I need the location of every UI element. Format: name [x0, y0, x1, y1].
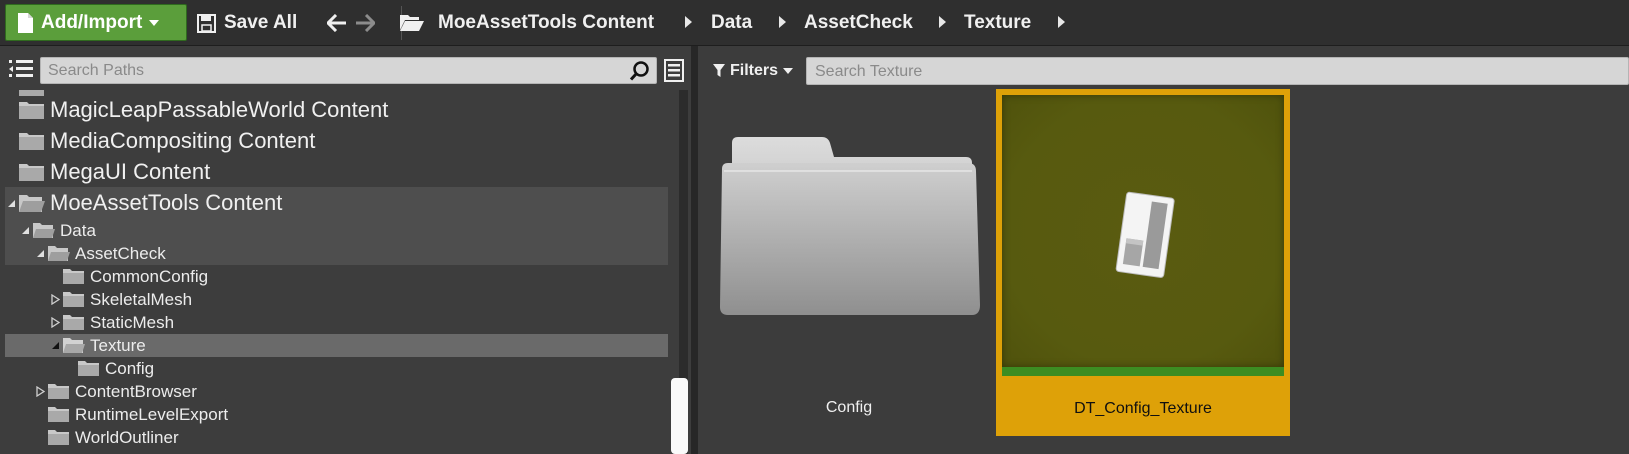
sources-panel: Search Paths MagicLeapPassableWorld Cont…	[0, 46, 697, 454]
arrow-right-icon	[356, 14, 375, 32]
search-texture-placeholder: Search Texture	[815, 63, 923, 80]
tree-item-skeletalmesh[interactable]: SkeletalMesh	[5, 288, 668, 311]
expanded-arrow-icon[interactable]	[5, 197, 18, 210]
collapsed-arrow-icon[interactable]	[49, 293, 62, 306]
search-texture-input[interactable]: Search Texture	[806, 57, 1629, 85]
tree-scrollbar-thumb[interactable]	[671, 378, 688, 454]
folder-icon	[78, 361, 99, 376]
tree-item-label: RuntimeLevelExport	[75, 404, 229, 424]
breadcrumb-separator-icon[interactable]	[779, 16, 786, 28]
new-document-icon	[18, 12, 33, 33]
tree-item-label: WorldOutliner	[75, 427, 179, 447]
asset-tile-config-folder[interactable]: Config	[715, 90, 983, 436]
folder-large-icon	[720, 137, 980, 315]
arrow-left-icon	[327, 14, 346, 32]
filters-label: Filters	[730, 62, 779, 79]
folder-open-icon	[48, 246, 70, 261]
tree-item-label: Texture	[90, 335, 146, 355]
asset-type-color-bar	[1002, 367, 1284, 376]
folder-open-icon	[19, 195, 45, 212]
breadcrumb-data[interactable]: Data	[711, 8, 752, 38]
search-icon[interactable]	[629, 60, 651, 82]
folder-icon	[19, 101, 44, 119]
add-import-button[interactable]: Add/Import	[5, 4, 187, 41]
breadcrumb-assetcheck[interactable]: AssetCheck	[804, 8, 913, 38]
tree-item-texture[interactable]: Texture	[5, 334, 668, 357]
folder-icon	[63, 315, 84, 330]
tree-item-worldoutliner[interactable]: WorldOutliner	[5, 426, 668, 449]
folder-icon	[48, 407, 69, 422]
search-paths-input[interactable]: Search Paths	[40, 57, 657, 84]
folder-icon	[19, 132, 44, 150]
tree-item-megaui[interactable]: MegaUI Content	[5, 156, 668, 187]
collapsed-arrow-icon[interactable]	[34, 385, 47, 398]
breadcrumb-separator-icon[interactable]	[1058, 16, 1065, 28]
tree-item-data[interactable]: Data	[5, 219, 668, 242]
path-tree: MagicLeapPassableWorld Content MediaComp…	[0, 90, 680, 454]
tree-item-label: SkeletalMesh	[90, 289, 193, 309]
folder-icon	[48, 384, 69, 399]
view-options-icon[interactable]	[663, 57, 685, 84]
breadcrumb-separator-icon[interactable]	[939, 16, 946, 28]
save-icon	[197, 13, 216, 33]
tree-item-moeassettools[interactable]: MoeAssetTools Content	[5, 187, 668, 219]
search-paths-placeholder: Search Paths	[48, 62, 145, 79]
tree-item-config[interactable]: Config	[5, 357, 668, 380]
tree-item-label: CommonConfig	[90, 266, 209, 286]
folder-open-icon	[33, 223, 55, 238]
tree-item-contentbrowser[interactable]: ContentBrowser	[5, 380, 668, 403]
tree-item-label: AssetCheck	[75, 243, 166, 263]
folder-open-icon	[63, 338, 85, 353]
tree-item-label: Config	[105, 358, 155, 378]
asset-view-panel: Filters Search Texture Config DT_Config_…	[698, 46, 1629, 454]
folder-icon	[63, 292, 84, 307]
content-browser-toolbar: Add/Import Save All MoeAssetTools Conten…	[0, 0, 1629, 46]
data-table-icon	[1115, 191, 1175, 278]
tree-item-label: MegaUI Content	[50, 158, 211, 184]
expanded-arrow-icon[interactable]	[49, 339, 62, 352]
asset-tile-label: Config	[825, 399, 873, 416]
tree-item-label: Data	[60, 220, 96, 240]
asset-tile-dt-config-texture[interactable]: DT_Config_Texture	[996, 89, 1290, 436]
open-folder-icon	[400, 15, 424, 31]
tree-item-mediacompositing[interactable]: MediaCompositing Content	[5, 125, 668, 156]
filter-funnel-icon	[713, 64, 725, 77]
tree-item-label: MoeAssetTools Content	[50, 190, 283, 215]
tree-item-label: MediaCompositing Content	[50, 127, 316, 153]
tree-item-runtimelevelexport[interactable]: RuntimeLevelExport	[5, 403, 668, 426]
save-all-label: Save All	[224, 12, 298, 33]
breadcrumb-texture[interactable]: Texture	[964, 8, 1031, 38]
collapse-sources-icon[interactable]	[8, 58, 34, 80]
add-import-label: Add/Import	[41, 11, 143, 33]
folder-icon	[48, 430, 69, 445]
tree-item-label: ContentBrowser	[75, 381, 197, 401]
tree-item-magicleappassableworld[interactable]: MagicLeapPassableWorld Content	[5, 94, 668, 125]
chevron-down-icon	[149, 19, 160, 26]
tree-item-staticmesh[interactable]: StaticMesh	[5, 311, 668, 334]
breadcrumb-moeassettools-content[interactable]: MoeAssetTools Content	[438, 8, 654, 38]
tree-item-assetcheck[interactable]: AssetCheck	[5, 242, 668, 265]
save-all-button[interactable]: Save All	[197, 8, 297, 38]
panel-splitter[interactable]	[691, 46, 698, 454]
tree-item-label: StaticMesh	[90, 312, 175, 332]
folder-icon	[63, 269, 84, 284]
tree-item-label: MagicLeapPassableWorld Content	[50, 96, 389, 122]
history-forward-button[interactable]	[354, 10, 376, 36]
asset-thumbnail	[1002, 95, 1284, 367]
asset-tile-label: DT_Config_Texture	[1074, 400, 1212, 417]
chevron-down-icon	[783, 68, 794, 74]
tree-item-commonconfig[interactable]: CommonConfig	[5, 265, 668, 288]
folder-icon	[19, 163, 44, 181]
expanded-arrow-icon[interactable]	[34, 247, 47, 260]
collapsed-arrow-icon[interactable]	[49, 316, 62, 329]
filters-button[interactable]: Filters	[713, 60, 794, 82]
expanded-arrow-icon[interactable]	[19, 224, 32, 237]
history-back-button[interactable]	[326, 10, 348, 36]
breadcrumb-separator-icon[interactable]	[685, 16, 692, 28]
